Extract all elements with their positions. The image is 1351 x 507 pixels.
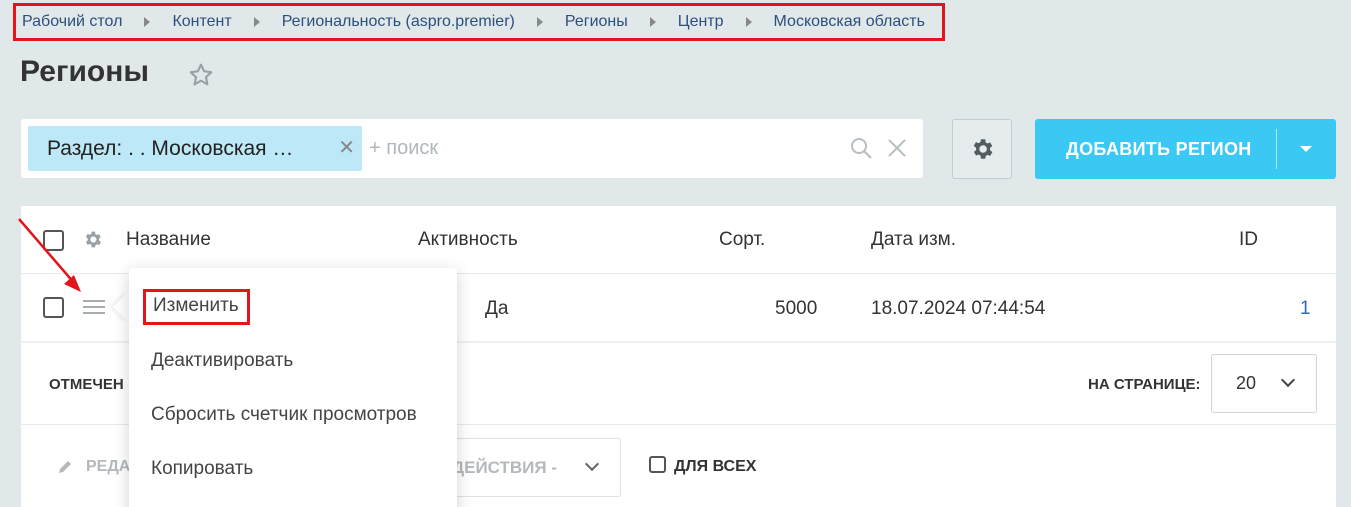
- column-header-id[interactable]: ID: [1239, 206, 1258, 274]
- column-header-sort[interactable]: Сорт.: [719, 206, 765, 274]
- actions-select-value: ДЕЙСТВИЯ -: [452, 458, 558, 477]
- per-page-select[interactable]: 20: [1211, 354, 1317, 413]
- filter-bar: Раздел: . . Московская … ✕: [21, 119, 923, 178]
- page-title: Регионы: [20, 55, 149, 88]
- for-all-label: ДЛЯ ВСЕХ: [674, 458, 757, 475]
- breadcrumb-item-desktop[interactable]: Рабочий стол: [22, 13, 122, 31]
- caret-down-icon[interactable]: [1300, 146, 1312, 152]
- cell-modified: 18.07.2024 07:44:54: [871, 298, 1046, 319]
- breadcrumb-item-content[interactable]: Контент: [172, 13, 231, 31]
- chevron-down-icon: [584, 456, 600, 472]
- star-icon[interactable]: [188, 62, 214, 88]
- filter-chip-label: Раздел: . . Московская …: [47, 137, 294, 160]
- breadcrumb-item-regions[interactable]: Регионы: [565, 13, 628, 31]
- chevron-down-icon: [1280, 372, 1296, 388]
- search-icon[interactable]: [849, 136, 873, 160]
- breadcrumb-separator-icon: [253, 17, 260, 27]
- per-page-label: НА СТРАНИЦЕ:: [1088, 376, 1201, 393]
- cell-sort: 5000: [775, 298, 818, 319]
- edit-button[interactable]: РЕДА: [86, 426, 130, 507]
- breadcrumb-item-moscow-region[interactable]: Московская область: [774, 13, 925, 31]
- for-all-checkbox[interactable]: [649, 456, 666, 473]
- row-menu-icon[interactable]: [83, 300, 105, 316]
- chip-close-icon[interactable]: ✕: [338, 126, 355, 171]
- breadcrumb-separator-icon: [536, 17, 543, 27]
- search-input[interactable]: [369, 133, 839, 163]
- breadcrumb-separator-icon: [649, 17, 656, 27]
- cell-active: Да: [485, 298, 509, 319]
- add-region-button[interactable]: ДОБАВИТЬ РЕГИОН: [1035, 119, 1336, 179]
- menu-item-reset-views[interactable]: Сбросить счетчик просмотров: [151, 404, 417, 426]
- column-header-modified[interactable]: Дата изм.: [871, 206, 956, 274]
- add-button-divider: [1276, 129, 1277, 169]
- breadcrumb-separator-icon: [144, 17, 151, 27]
- per-page-value: 20: [1236, 373, 1257, 393]
- pencil-icon: [59, 461, 71, 473]
- menu-item-deactivate[interactable]: Деактивировать: [151, 350, 293, 372]
- row-context-menu: Изменить Деактивировать Сбросить счетчик…: [129, 268, 457, 507]
- gear-icon: [973, 139, 993, 159]
- grid-header: Название Активность Сорт. Дата изм. ID: [21, 206, 1336, 274]
- for-all-toggle[interactable]: ДЛЯ ВСЕХ: [649, 426, 756, 507]
- column-header-name[interactable]: Название: [126, 206, 211, 274]
- selected-count-label: ОТМЕЧЕН: [49, 376, 124, 393]
- breadcrumb-item-center[interactable]: Центр: [678, 13, 724, 31]
- select-all-checkbox[interactable]: [43, 230, 64, 251]
- column-settings-gear-icon[interactable]: [82, 229, 103, 250]
- add-region-label: ДОБАВИТЬ РЕГИОН: [1066, 139, 1252, 159]
- filter-chip[interactable]: Раздел: . . Московская … ✕: [28, 126, 362, 171]
- breadcrumb-item-regionality[interactable]: Региональность (aspro.premier): [282, 13, 515, 31]
- breadcrumb-separator-icon: [745, 17, 752, 27]
- menu-item-copy[interactable]: Копировать: [151, 458, 253, 480]
- clear-icon[interactable]: [886, 137, 908, 159]
- menu-item-edit[interactable]: Изменить: [143, 289, 250, 325]
- row-checkbox[interactable]: [43, 297, 64, 318]
- cell-id[interactable]: 1: [1300, 275, 1311, 343]
- breadcrumb: Рабочий стол Контент Региональность (asp…: [13, 3, 945, 41]
- column-header-active[interactable]: Активность: [418, 206, 518, 274]
- settings-button[interactable]: [952, 119, 1012, 179]
